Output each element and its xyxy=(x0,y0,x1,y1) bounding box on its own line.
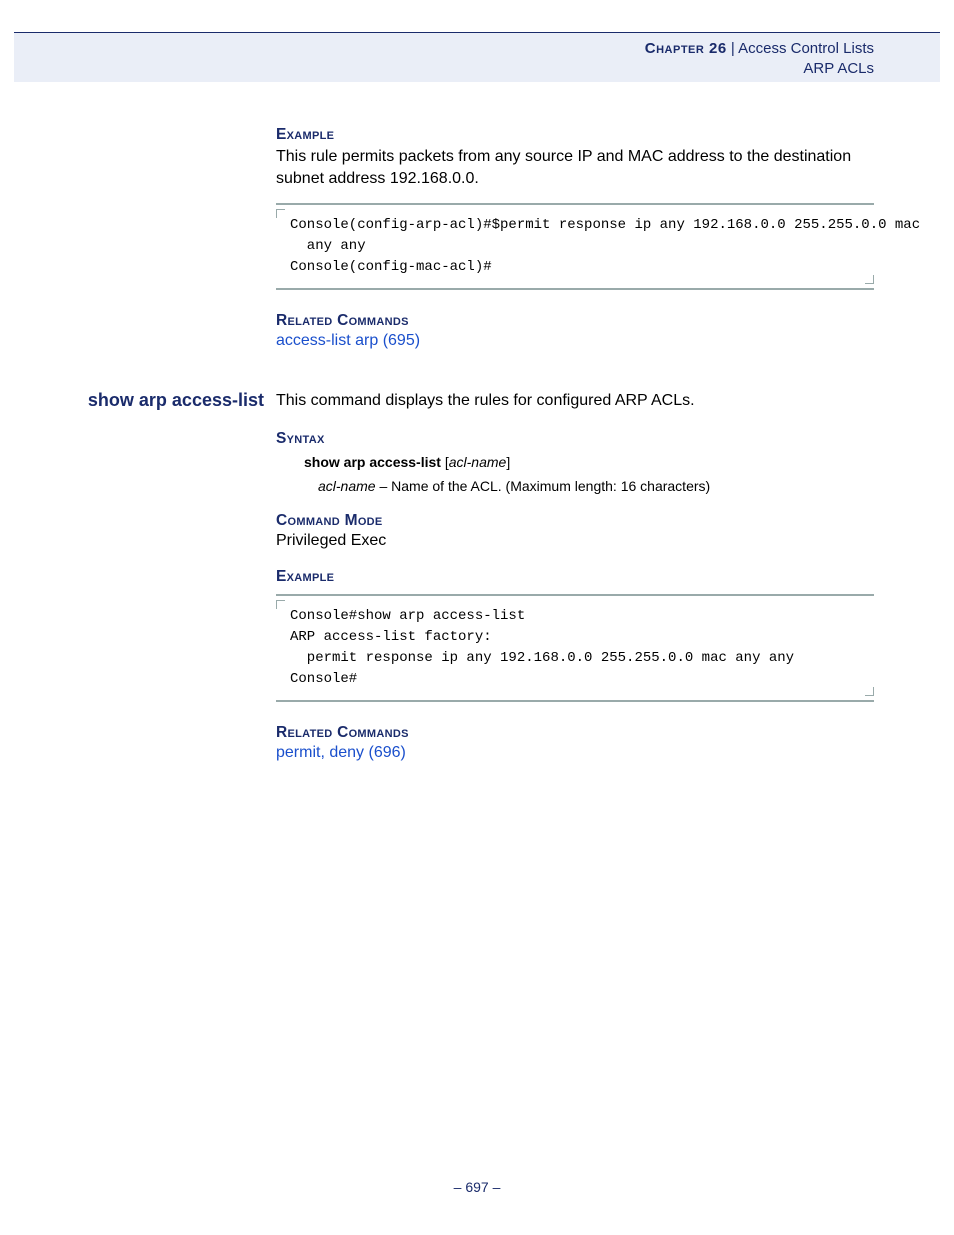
chapter-label: Chapter 26 xyxy=(645,40,727,57)
command-mode-heading: Command Mode xyxy=(276,512,874,530)
chapter-sep: | xyxy=(727,40,738,57)
syntax-line: show arp access-list [acl-name] xyxy=(304,454,874,470)
command-description: This command displays the rules for conf… xyxy=(276,390,695,412)
example-heading: Example xyxy=(276,126,874,144)
example-text: This rule permits packets from any sourc… xyxy=(276,146,874,189)
related-link[interactable]: access-list arp (695) xyxy=(276,332,874,350)
syntax-command: show arp access-list xyxy=(304,454,441,470)
related-commands-heading: Related Commands xyxy=(276,312,874,330)
command-name: show arp access-list xyxy=(80,390,276,411)
chapter-title: Access Control Lists xyxy=(738,40,874,57)
syntax-heading: Syntax xyxy=(276,430,874,448)
related-commands-heading-2: Related Commands xyxy=(276,724,874,742)
related-link-2[interactable]: permit, deny (696) xyxy=(276,744,874,762)
code-block: Console(config-arp-acl)#$permit response… xyxy=(276,203,874,290)
syntax-bracket-open: [ xyxy=(441,454,449,470)
code-block-2: Console#show arp access-list ARP access-… xyxy=(276,594,874,702)
page-number: – 697 – xyxy=(0,1179,954,1195)
param-line: acl-name – Name of the ACL. (Maximum len… xyxy=(318,478,874,494)
command-mode-text: Privileged Exec xyxy=(276,532,874,550)
param-desc: – Name of the ACL. (Maximum length: 16 c… xyxy=(376,478,711,494)
page-header: Chapter 26 | Access Control Lists ARP AC… xyxy=(14,32,940,82)
example-heading-2: Example xyxy=(276,568,874,586)
syntax-param: acl-name xyxy=(449,454,507,470)
chapter-subtitle: ARP ACLs xyxy=(14,59,874,79)
param-name: acl-name xyxy=(318,478,376,494)
syntax-bracket-close: ] xyxy=(506,454,510,470)
